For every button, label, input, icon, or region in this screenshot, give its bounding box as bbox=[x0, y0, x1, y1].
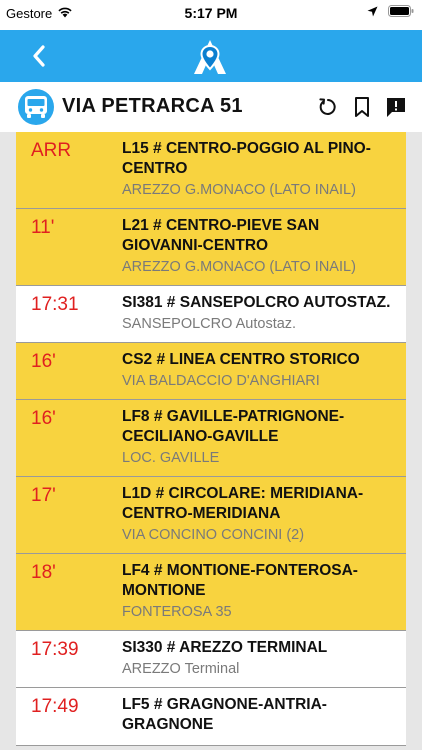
departure-info: L1D # CIRCOLARE: MERIDIANA-CENTRO-MERIDI… bbox=[122, 477, 406, 553]
report-icon bbox=[387, 98, 405, 117]
departure-info: LF5 # GRAGNONE-ANTRIA-GRAGNONE bbox=[122, 688, 406, 745]
departure-row[interactable]: 17' L1D # CIRCOLARE: MERIDIANA-CENTRO-ME… bbox=[16, 477, 406, 554]
destination: FONTEROSA 35 bbox=[122, 604, 232, 620]
line-name: LF8 # GAVILLE-PATRIGNONE-CECILIANO-GAVIL… bbox=[122, 408, 345, 445]
line-name: L1D # CIRCOLARE: MERIDIANA-CENTRO-MERIDI… bbox=[122, 485, 364, 522]
bookmark-button[interactable] bbox=[350, 95, 374, 119]
refresh-button[interactable] bbox=[316, 95, 340, 119]
status-bar: Gestore 5:17 PM bbox=[0, 0, 422, 30]
departure-time: 16' bbox=[31, 408, 56, 429]
line-name: LF5 # GRAGNONE-ANTRIA-GRAGNONE bbox=[122, 696, 327, 733]
departure-row[interactable]: 17:39 SI330 # AREZZO TERMINAL AREZZO Ter… bbox=[16, 631, 406, 688]
departure-row[interactable]: 18' LF4 # MONTIONE-FONTEROSA-MONTIONE FO… bbox=[16, 554, 406, 631]
refresh-icon bbox=[319, 98, 336, 115]
departure-row[interactable]: ARR L15 # CENTRO-POGGIO AL PINO-CENTRO A… bbox=[16, 132, 406, 209]
departure-time: 17:49 bbox=[31, 696, 79, 717]
destination: VIA CONCINO CONCINI (2) bbox=[122, 527, 305, 543]
departure-time: 17:39 bbox=[31, 639, 79, 660]
line-name: SI381 # SANSEPOLCRO AUTOSTAZ. bbox=[122, 294, 391, 311]
departure-row[interactable]: 17:49 LF5 # GRAGNONE-ANTRIA-GRAGNONE bbox=[16, 688, 406, 746]
location-arrow-icon bbox=[367, 5, 378, 20]
departure-info: SI330 # AREZZO TERMINAL AREZZO Terminal bbox=[122, 631, 335, 687]
destination: LOC. GAVILLE bbox=[122, 450, 220, 466]
line-name: SI330 # AREZZO TERMINAL bbox=[122, 639, 328, 656]
departure-row[interactable]: 16' LF8 # GAVILLE-PATRIGNONE-CECILIANO-G… bbox=[16, 400, 406, 477]
status-right bbox=[367, 5, 414, 20]
chevron-left-icon bbox=[33, 45, 45, 67]
departure-row[interactable]: 11' L21 # CENTRO-PIEVE SAN GIOVANNI-CENT… bbox=[16, 209, 406, 286]
departure-row[interactable]: 16' CS2 # LINEA CENTRO STORICO VIA BALDA… bbox=[16, 343, 406, 400]
departures-list[interactable]: ARR L15 # CENTRO-POGGIO AL PINO-CENTRO A… bbox=[16, 132, 406, 750]
battery-icon bbox=[388, 5, 414, 20]
departure-info: L21 # CENTRO-PIEVE SAN GIOVANNI-CENTRO A… bbox=[122, 209, 406, 285]
line-name: L21 # CENTRO-PIEVE SAN GIOVANNI-CENTRO bbox=[122, 217, 320, 254]
destination: VIA BALDACCIO D'ANGHIARI bbox=[122, 373, 320, 389]
departure-time: 17' bbox=[31, 485, 56, 506]
departure-time: 16' bbox=[31, 351, 56, 372]
clock: 5:17 PM bbox=[184, 5, 238, 21]
departure-time: 17:31 bbox=[31, 294, 79, 315]
departure-time: ARR bbox=[31, 140, 72, 161]
departure-info: L15 # CENTRO-POGGIO AL PINO-CENTRO AREZZ… bbox=[122, 132, 406, 208]
line-name: L15 # CENTRO-POGGIO AL PINO-CENTRO bbox=[122, 140, 371, 177]
bookmark-icon bbox=[355, 97, 369, 117]
destination: AREZZO G.MONACO (LATO INAIL) bbox=[122, 259, 356, 275]
departure-info: CS2 # LINEA CENTRO STORICO VIA BALDACCIO… bbox=[122, 343, 368, 399]
bus-icon bbox=[18, 89, 54, 125]
app-logo-icon bbox=[190, 38, 230, 78]
destination: SANSEPOLCRO Autostaz. bbox=[122, 316, 297, 332]
nav-bar bbox=[0, 30, 422, 82]
line-name: LF4 # MONTIONE-FONTEROSA-MONTIONE bbox=[122, 562, 358, 599]
back-button[interactable] bbox=[24, 41, 54, 71]
stop-title: VIA PETRARCA 51 bbox=[62, 95, 243, 117]
departure-row[interactable]: 17:31 SI381 # SANSEPOLCRO AUTOSTAZ. SANS… bbox=[16, 286, 406, 343]
departure-time: 18' bbox=[31, 562, 56, 583]
header-actions bbox=[316, 95, 408, 119]
destination: AREZZO Terminal bbox=[122, 661, 240, 677]
departure-info: SI381 # SANSEPOLCRO AUTOSTAZ. SANSEPOLCR… bbox=[122, 286, 398, 342]
line-name: CS2 # LINEA CENTRO STORICO bbox=[122, 351, 360, 368]
departure-info: LF4 # MONTIONE-FONTEROSA-MONTIONE FONTER… bbox=[122, 554, 406, 630]
destination: AREZZO G.MONACO (LATO INAIL) bbox=[122, 182, 356, 198]
departure-time: 11' bbox=[31, 217, 55, 238]
stop-header: VIA PETRARCA 51 bbox=[0, 82, 422, 132]
departure-info: LF8 # GAVILLE-PATRIGNONE-CECILIANO-GAVIL… bbox=[122, 400, 406, 476]
report-button[interactable] bbox=[384, 95, 408, 119]
